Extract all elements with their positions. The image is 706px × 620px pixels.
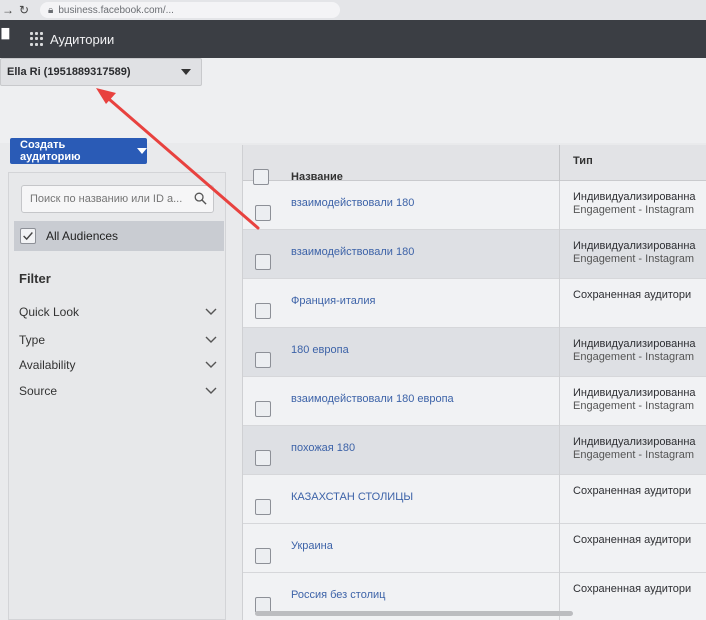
checkmark-icon (23, 232, 33, 241)
row-checkbox[interactable] (255, 401, 271, 417)
audience-name-link[interactable]: похожая 180 (291, 442, 355, 454)
horizontal-scrollbar[interactable] (255, 611, 573, 616)
lock-icon: 🔒︎ (48, 4, 54, 16)
column-divider (559, 145, 560, 181)
row-checkbox[interactable] (255, 499, 271, 515)
filter-heading: Filter (19, 271, 51, 286)
column-divider (559, 181, 560, 230)
table-row[interactable]: взаимодействовали 180 европа Индивидуали… (243, 377, 706, 426)
reload-icon[interactable]: ↻ (16, 3, 32, 17)
filter-quick-look[interactable]: Quick Look (19, 301, 219, 323)
audience-name-link[interactable]: КАЗАХСТАН СТОЛИЦЫ (291, 491, 413, 503)
audience-type: Сохраненная аудитори (573, 289, 692, 301)
search-input[interactable] (30, 193, 190, 205)
caret-down-icon (181, 69, 191, 75)
ad-account-selector[interactable]: Ella Ri (1951889317589) (0, 58, 202, 86)
row-checkbox[interactable] (255, 303, 271, 319)
table-row[interactable]: 180 европа Индивидуализированна Engageme… (243, 328, 706, 377)
audience-name-link[interactable]: взаимодействовали 180 европа (291, 393, 454, 405)
column-divider (559, 279, 560, 328)
table-row[interactable]: взаимодействовали 180 Индивидуализирован… (243, 230, 706, 279)
filter-label: Type (19, 333, 46, 347)
audience-type: Индивидуализированна (573, 387, 696, 399)
row-checkbox[interactable] (255, 450, 271, 466)
table-row[interactable]: похожая 180 Индивидуализированна Engagem… (243, 426, 706, 475)
audience-name-link[interactable]: взаимодействовали 180 (291, 197, 414, 209)
app-header: ▘ Аудитории (0, 20, 706, 58)
row-checkbox[interactable] (255, 548, 271, 564)
ad-account-name: Ella Ri (1951889317589) (7, 66, 131, 78)
audience-subtype: Engagement - Instagram (573, 351, 695, 363)
column-divider (559, 377, 560, 426)
column-divider (559, 230, 560, 279)
filter-sidebar: All Audiences Filter Quick Look Type Ava… (8, 172, 226, 620)
forward-icon[interactable]: → (0, 3, 16, 17)
audience-type: Индивидуализированна (573, 191, 696, 203)
row-checkbox[interactable] (255, 352, 271, 368)
url-text: business.facebook.com/... (58, 4, 174, 16)
audience-type: Сохраненная аудитори (573, 583, 692, 595)
filter-type[interactable]: Type (19, 329, 219, 351)
filter-availability[interactable]: Availability (19, 354, 219, 376)
column-header-type[interactable]: Тип (573, 155, 593, 167)
page-title: Аудитории (50, 31, 115, 47)
account-area: Ella Ri (1951889317589) (0, 58, 706, 143)
table-row[interactable]: Франция-италия Сохраненная аудитори (243, 279, 706, 328)
audience-subtype: Engagement - Instagram (573, 204, 695, 216)
audience-type: Сохраненная аудитори (573, 485, 692, 497)
all-audiences-item[interactable]: All Audiences (14, 221, 224, 251)
column-divider (559, 426, 560, 475)
filter-source[interactable]: Source (19, 380, 219, 402)
create-audience-label: Создать аудиторию (20, 139, 81, 163)
chevron-down-icon (205, 361, 217, 368)
filter-label: Availability (19, 358, 76, 372)
chevron-down-icon (205, 387, 217, 394)
audience-name-link[interactable]: Франция-италия (291, 295, 375, 307)
audience-type: Индивидуализированна (573, 240, 696, 252)
audience-name-link[interactable]: Россия без столиц (291, 589, 385, 601)
create-audience-button[interactable]: Создать аудиторию (10, 138, 147, 164)
apps-grid-icon[interactable] (30, 32, 44, 46)
search-field[interactable] (21, 185, 214, 213)
audience-type: Сохраненная аудитори (573, 534, 692, 546)
column-divider (559, 328, 560, 377)
filter-label: Source (19, 384, 58, 398)
all-audiences-checkbox[interactable] (20, 228, 36, 244)
chevron-down-icon (205, 308, 217, 315)
audience-type: Индивидуализированна (573, 436, 696, 448)
row-checkbox[interactable] (255, 254, 271, 270)
search-icon (194, 192, 207, 205)
table-row[interactable]: Россия без столиц Сохраненная аудитори (243, 573, 706, 620)
browser-toolbar: → ↻ 🔒︎ business.facebook.com/... (0, 0, 706, 20)
table-row[interactable]: Украина Сохраненная аудитори (243, 524, 706, 573)
audience-subtype: Engagement - Instagram (573, 400, 695, 412)
audience-type: Индивидуализированна (573, 338, 696, 350)
column-divider (559, 524, 560, 573)
column-divider (559, 475, 560, 524)
caret-down-icon (137, 148, 147, 154)
filter-label: Quick Look (19, 305, 80, 319)
chevron-down-icon (205, 336, 217, 343)
audience-name-link[interactable]: взаимодействовали 180 (291, 246, 414, 258)
table-row[interactable]: КАЗАХСТАН СТОЛИЦЫ Сохраненная аудитори (243, 475, 706, 524)
address-bar[interactable]: 🔒︎ business.facebook.com/... (40, 2, 340, 18)
table-row[interactable]: взаимодействовали 180 Индивидуализирован… (243, 181, 706, 230)
audience-subtype: Engagement - Instagram (573, 253, 695, 265)
table-header: Название Тип (243, 145, 706, 185)
audience-table: Название Тип взаимодействовали 180 Индив… (242, 145, 706, 620)
audience-name-link[interactable]: 180 европа (291, 344, 349, 356)
row-checkbox[interactable] (255, 205, 271, 221)
audience-name-link[interactable]: Украина (291, 540, 333, 552)
all-audiences-label: All Audiences (46, 229, 119, 243)
facebook-logo-icon[interactable]: ▘ (2, 28, 16, 50)
audience-subtype: Engagement - Instagram (573, 449, 695, 461)
